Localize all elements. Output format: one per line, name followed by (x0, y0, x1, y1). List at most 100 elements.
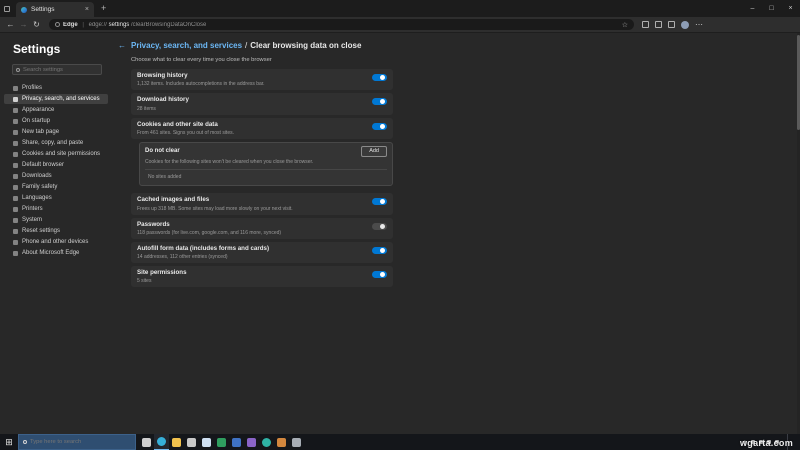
tab-actions-button[interactable] (0, 0, 14, 17)
cookies-toggle[interactable] (372, 122, 387, 130)
row-browsing-history: Browsing history 1,132 items. Includes a… (131, 69, 393, 91)
taskbar-app-file-explorer[interactable] (169, 434, 184, 450)
back-button[interactable]: ← (4, 20, 17, 29)
app-green-icon (217, 437, 226, 447)
sidebar-item-reset-settings[interactable]: Reset settings (4, 226, 108, 236)
sidebar-item-label: Printers (22, 206, 43, 212)
extensions-icon[interactable] (668, 21, 675, 28)
sidebar-item-label: On startup (22, 118, 51, 124)
taskbar-apps (139, 434, 304, 450)
setting-title: Passwords (137, 220, 170, 228)
sidebar-item-languages[interactable]: Languages (4, 193, 108, 203)
cookies-icon (13, 151, 18, 157)
start-button[interactable]: ⊞ (0, 437, 18, 447)
taskbar-app-7[interactable] (229, 434, 244, 450)
browsing-history-toggle[interactable] (372, 74, 387, 81)
sidebar-item-label: Share, copy, and paste (22, 140, 84, 146)
sidebar-item-profiles[interactable]: Profiles (4, 83, 108, 93)
sidebar-item-label: Phone and other devices (22, 239, 89, 245)
taskbar-app-task-view[interactable] (139, 434, 154, 450)
profile-avatar[interactable] (681, 20, 689, 29)
taskbar-app-edge[interactable] (154, 434, 169, 450)
breadcrumb-back-icon[interactable]: ← (118, 41, 126, 50)
url-text: Edge | edge:// settings /clearBrowsingDa… (63, 22, 206, 28)
download-history-toggle[interactable] (372, 98, 387, 106)
sidebar-item-phone-other-devices[interactable]: Phone and other devices (4, 237, 108, 247)
passwords-toggle[interactable] (372, 222, 387, 230)
settings-content: ← Privacy, search, and services / Clear … (118, 33, 794, 434)
collections-icon[interactable] (655, 21, 662, 28)
app-teal-icon (262, 437, 271, 447)
sidebar-item-new-tab-page[interactable]: New tab page (4, 127, 108, 137)
edge-icon (157, 437, 166, 446)
do-not-clear-description: Cookies for the following sites won't be… (145, 159, 387, 171)
sidebar-nav: Profiles Privacy, search, and services A… (0, 83, 112, 258)
sidebar-item-share-copy-paste[interactable]: Share, copy, and paste (4, 138, 108, 148)
taskbar-app-mail[interactable] (199, 434, 214, 450)
sidebar-item-label: System (22, 217, 43, 223)
sidebar-item-system[interactable]: System (4, 215, 108, 225)
sidebar-item-cookies-site-permissions[interactable]: Cookies and site permissions (4, 149, 108, 159)
edge-favicon-icon (21, 6, 27, 13)
cached-images-toggle[interactable] (372, 198, 387, 206)
printers-icon (13, 206, 18, 212)
breadcrumb-current: Clear browsing data on close (250, 41, 362, 50)
settings-search-box[interactable] (12, 64, 102, 75)
sidebar-item-printers[interactable]: Printers (4, 204, 108, 214)
site-permissions-toggle[interactable] (372, 271, 387, 279)
toggle-knob (380, 75, 385, 80)
taskbar-app-10[interactable] (274, 434, 289, 450)
sidebar-item-family-safety[interactable]: Family safety (4, 182, 108, 192)
page-info-icon[interactable] (55, 22, 60, 27)
downloads-icon (13, 173, 18, 179)
sidebar-item-label: Downloads (22, 173, 52, 179)
favorites-icon[interactable] (642, 21, 649, 28)
sidebar-item-downloads[interactable]: Downloads (4, 171, 108, 181)
minimize-button[interactable]: – (743, 0, 762, 17)
address-bar[interactable]: Edge | edge:// settings /clearBrowsingDa… (49, 19, 634, 30)
autofill-toggle[interactable] (372, 246, 387, 254)
sidebar-item-on-startup[interactable]: On startup (4, 116, 108, 126)
maximize-button[interactable]: □ (762, 0, 781, 17)
taskbar-app-6[interactable] (214, 434, 229, 450)
settings-search-input[interactable] (23, 66, 98, 73)
mail-icon (202, 437, 211, 447)
row-site-permissions: Site permissions 5 sites (131, 266, 393, 288)
sidebar-item-label: Default browser (22, 162, 65, 168)
settings-page: Settings Profiles Privacy, search, and s… (0, 33, 800, 434)
languages-icon (13, 195, 18, 201)
page-title: Settings (13, 42, 61, 56)
taskbar-app-8[interactable] (244, 434, 259, 450)
sidebar-item-label: New tab page (22, 129, 60, 135)
family-safety-icon (13, 184, 18, 190)
refresh-button[interactable]: ↻ (30, 20, 43, 29)
sidebar-item-default-browser[interactable]: Default browser (4, 160, 108, 170)
favorites-star-icon[interactable]: ☆ (622, 21, 628, 29)
close-button[interactable]: × (781, 0, 800, 17)
row-autofill-form-data: Autofill form data (includes forms and c… (131, 241, 393, 264)
new-tab-button[interactable]: + (101, 4, 106, 13)
taskbar-search-box[interactable] (18, 434, 136, 450)
browser-titlebar: Settings × + – □ × (0, 0, 800, 17)
clear-data-list: Browsing history 1,132 items. Includes a… (131, 69, 393, 288)
settings-menu-button[interactable]: ⋯ (695, 20, 703, 29)
taskbar-app-9[interactable] (259, 434, 274, 450)
add-site-button[interactable]: Add (361, 145, 387, 157)
no-sites-added-text: No sites added (148, 174, 182, 181)
setting-title: Cached images and files (137, 196, 210, 204)
taskbar-search-icon (23, 440, 27, 444)
forward-button[interactable]: → (17, 20, 30, 29)
row-passwords: Passwords 118 passwords (for live.com, g… (131, 217, 393, 239)
sidebar-item-appearance[interactable]: Appearance (4, 105, 108, 115)
sidebar-item-about-edge[interactable]: About Microsoft Edge (4, 248, 108, 258)
sidebar-item-privacy-search-services[interactable]: Privacy, search, and services (4, 94, 108, 104)
taskbar-search-input[interactable] (30, 439, 131, 445)
url-site-label: Edge (63, 21, 78, 28)
breadcrumb-parent-link[interactable]: Privacy, search, and services (131, 41, 242, 50)
tab-close-icon[interactable]: × (85, 6, 89, 13)
setting-title: Download history (137, 96, 189, 104)
setting-title: Browsing history (137, 72, 188, 79)
taskbar-app-11[interactable] (289, 434, 304, 450)
taskbar-app-store[interactable] (184, 434, 199, 450)
browser-tab-settings[interactable]: Settings × (16, 2, 94, 17)
